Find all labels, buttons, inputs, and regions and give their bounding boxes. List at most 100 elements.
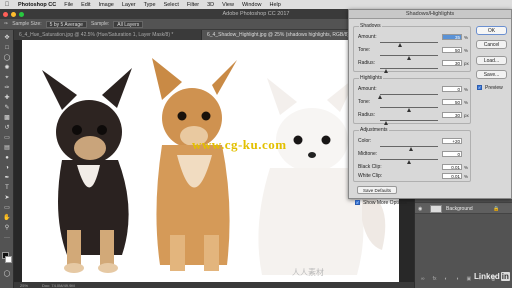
midtone-label: Midtone:	[358, 151, 378, 157]
sample-select[interactable]: All Layers	[113, 20, 144, 28]
hand-tool-icon[interactable]: ✋	[3, 214, 11, 222]
preview-label: Preview	[485, 85, 503, 91]
load-button[interactable]: Load...	[476, 56, 507, 65]
menu-type[interactable]: Type	[140, 2, 160, 8]
add-mask-icon[interactable]: ◐	[444, 276, 447, 286]
highlights-tone-thumb[interactable]	[406, 108, 411, 112]
menu-layer[interactable]: Layer	[118, 2, 140, 8]
tan-chihuahua	[152, 58, 237, 271]
pen-tool-icon[interactable]: ✒	[3, 174, 11, 182]
shadows-title: Shadows	[359, 23, 382, 29]
white-clip-label: White Clip:	[358, 173, 383, 179]
highlights-radius-unit: px	[464, 113, 469, 118]
black-tan-chihuahua	[42, 68, 132, 273]
midtone-thumb[interactable]	[406, 160, 411, 164]
stamp-tool-icon[interactable]: ▩	[3, 114, 11, 122]
chihuahuas-image	[42, 58, 386, 275]
highlights-tone-label: Tone:	[358, 99, 371, 105]
history-brush-icon[interactable]: ↺	[3, 124, 11, 132]
shadows-tone-unit: %	[464, 48, 469, 53]
brush-tool-icon[interactable]: ✎	[3, 104, 11, 112]
sample-size-label: Sample Size:	[12, 21, 42, 27]
quick-mask-icon[interactable]: ◯	[3, 270, 11, 278]
eyedropper-icon[interactable]: ✑	[4, 21, 8, 27]
zoom-level[interactable]: 25%	[20, 283, 28, 288]
photoshop-window:  Photoshop CC File Edit Image Layer Typ…	[0, 0, 512, 288]
highlights-amount-label: Amount:	[358, 86, 377, 92]
shadows-radius-unit: px	[464, 61, 469, 66]
apple-icon[interactable]: 	[0, 2, 14, 8]
quick-select-tool-icon[interactable]: ✺	[3, 64, 11, 72]
menu-help[interactable]: Help	[266, 2, 285, 8]
new-group-icon[interactable]: ▣	[467, 276, 472, 286]
menu-3d[interactable]: 3D	[203, 2, 218, 8]
color-thumb[interactable]	[409, 147, 414, 151]
highlights-amount-field[interactable]: 0	[442, 86, 462, 92]
shadows-amount-field[interactable]: 35	[442, 34, 462, 40]
ok-button[interactable]: OK	[476, 26, 507, 35]
save-defaults-button[interactable]: Save Defaults	[357, 186, 397, 194]
zoom-tool-icon[interactable]: ⚲	[3, 224, 11, 232]
type-tool-icon[interactable]: T	[3, 184, 11, 192]
shadows-radius-slider[interactable]	[380, 68, 438, 69]
cancel-button[interactable]: Cancel	[476, 40, 507, 49]
shadows-radius-field[interactable]: 30	[442, 60, 462, 66]
path-select-tool-icon[interactable]: ➤	[3, 194, 11, 202]
shadows-amount-thumb[interactable]	[397, 43, 402, 47]
preview-checkbox[interactable]: ✓	[477, 85, 482, 90]
menu-bar:  Photoshop CC File Edit Image Layer Typ…	[0, 0, 512, 9]
shadows-tone-field[interactable]: 50	[442, 47, 462, 53]
menu-view[interactable]: View	[218, 2, 238, 8]
adjustments-title: Adjustments	[359, 127, 389, 133]
more-tools-icon[interactable]: ···	[3, 234, 11, 242]
highlights-amount-slider[interactable]	[380, 94, 438, 95]
background-color-swatch[interactable]	[5, 256, 12, 263]
link-layers-icon[interactable]: ∞	[421, 276, 425, 286]
highlights-amount-thumb[interactable]	[377, 95, 382, 99]
status-bar: 25% Doc: 74.0M/49.9M	[14, 282, 414, 288]
crop-tool-icon[interactable]: ⌖	[3, 74, 11, 82]
sample-size-select[interactable]: 5 by 5 Average	[45, 20, 87, 28]
eraser-tool-icon[interactable]: ▭	[3, 134, 11, 142]
blur-tool-icon[interactable]: ●	[3, 154, 11, 162]
layer-row-background[interactable]: ◉ Background 🔒	[415, 202, 512, 214]
shadows-radius-thumb[interactable]	[384, 69, 389, 73]
shadows-amount-slider[interactable]	[380, 42, 438, 43]
eyedropper-tool-icon[interactable]: ✑	[3, 84, 11, 92]
adjustment-layer-icon[interactable]: ◑	[456, 276, 459, 286]
highlights-radius-slider[interactable]	[380, 120, 438, 121]
linkedin-text: Linked	[474, 272, 500, 281]
show-more-options-checkbox[interactable]: ✓	[355, 200, 360, 205]
highlights-radius-thumb[interactable]	[384, 121, 389, 125]
layer-style-icon[interactable]: fx	[433, 276, 437, 286]
menu-filter[interactable]: Filter	[183, 2, 203, 8]
menu-window[interactable]: Window	[238, 2, 266, 8]
watermark-secondary: 人人素材	[292, 268, 324, 277]
move-tool-icon[interactable]: ✥	[3, 34, 11, 42]
highlights-tone-field[interactable]: 50	[442, 99, 462, 105]
gradient-tool-icon[interactable]: ▤	[3, 144, 11, 152]
dodge-tool-icon[interactable]: ◑	[3, 164, 11, 172]
color-field[interactable]: +20	[442, 138, 462, 144]
show-more-options-label: Show More Options	[363, 200, 407, 206]
menu-file[interactable]: File	[60, 2, 77, 8]
marquee-tool-icon[interactable]: □	[3, 44, 11, 52]
highlights-tone-unit: %	[464, 100, 469, 105]
shadows-radius-label: Radius:	[358, 60, 375, 66]
highlights-radius-field[interactable]: 30	[442, 112, 462, 118]
menu-select[interactable]: Select	[160, 2, 183, 8]
healing-tool-icon[interactable]: ✚	[3, 94, 11, 102]
black-clip-field[interactable]: 0.01	[442, 164, 462, 170]
menu-edit[interactable]: Edit	[77, 2, 94, 8]
shadows-tone-thumb[interactable]	[406, 56, 411, 60]
menu-app[interactable]: Photoshop CC	[14, 2, 60, 8]
shape-tool-icon[interactable]: ▭	[3, 204, 11, 212]
white-clip-field[interactable]: 0.01	[442, 173, 462, 179]
save-button[interactable]: Save...	[476, 70, 507, 79]
visibility-eye-icon[interactable]: ◉	[418, 206, 424, 212]
lasso-tool-icon[interactable]: ◯	[3, 54, 11, 62]
tab-hue-saturation[interactable]: 6_4_Hue_Saturation.jpg @ 42.5% (Hue/Satu…	[14, 30, 202, 40]
tools-panel: ✥ □ ◯ ✺ ⌖ ✑ ✚ ✎ ▩ ↺ ▭ ▤ ● ◑ ✒ T ➤ ▭ ✋ ⚲ …	[0, 30, 14, 288]
midtone-field[interactable]: 0	[442, 151, 462, 157]
menu-image[interactable]: Image	[95, 2, 118, 8]
